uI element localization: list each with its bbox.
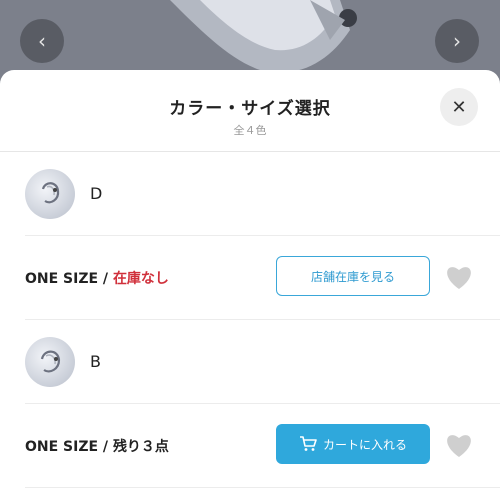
- color-name: B: [90, 352, 101, 371]
- heart-icon: [447, 267, 471, 289]
- stock-status: 在庫なし: [112, 271, 169, 287]
- favorite-button[interactable]: [445, 432, 473, 458]
- add-to-cart-button[interactable]: カートに入れる: [276, 424, 430, 464]
- add-to-cart-label: カートに入れる: [322, 437, 407, 452]
- chevron-right-icon: ›: [453, 29, 461, 53]
- color-size-sheet: カラー・サイズ選択 全４色 ✕ D ONE SIZE / 在庫なし 店舗在庫を見…: [0, 70, 500, 500]
- size-row: ONE SIZE / 残り３点 カートに入れる: [25, 404, 500, 488]
- color-row: B: [25, 320, 500, 404]
- favorite-button[interactable]: [445, 264, 473, 290]
- size-label: ONE SIZE /: [25, 271, 109, 287]
- color-thumbnail: [25, 337, 75, 387]
- color-thumbnail: [25, 169, 75, 219]
- view-store-stock-button[interactable]: 店舗在庫を見る: [276, 256, 430, 296]
- stock-status: 残り３点: [112, 439, 169, 455]
- chevron-left-icon: ‹: [38, 29, 46, 53]
- size-stock-label: ONE SIZE / 在庫なし: [25, 268, 169, 288]
- sheet-title: カラー・サイズ選択: [169, 99, 331, 119]
- color-row: D: [25, 152, 500, 236]
- color-name: D: [90, 184, 103, 203]
- close-icon: ✕: [451, 96, 467, 118]
- size-stock-label: ONE SIZE / 残り３点: [25, 436, 169, 456]
- heart-icon: [447, 435, 471, 457]
- size-label: ONE SIZE /: [25, 439, 109, 455]
- view-store-stock-label: 店舗在庫を見る: [310, 269, 395, 284]
- previous-image-button[interactable]: ‹: [20, 19, 64, 63]
- color-count: 全４色: [233, 124, 267, 137]
- size-row: ONE SIZE / 在庫なし 店舗在庫を見る: [25, 236, 500, 320]
- sheet-header: カラー・サイズ選択 全４色 ✕: [0, 70, 500, 152]
- cart-icon: [299, 436, 317, 451]
- next-image-button[interactable]: ›: [435, 19, 479, 63]
- close-button[interactable]: ✕: [440, 88, 478, 126]
